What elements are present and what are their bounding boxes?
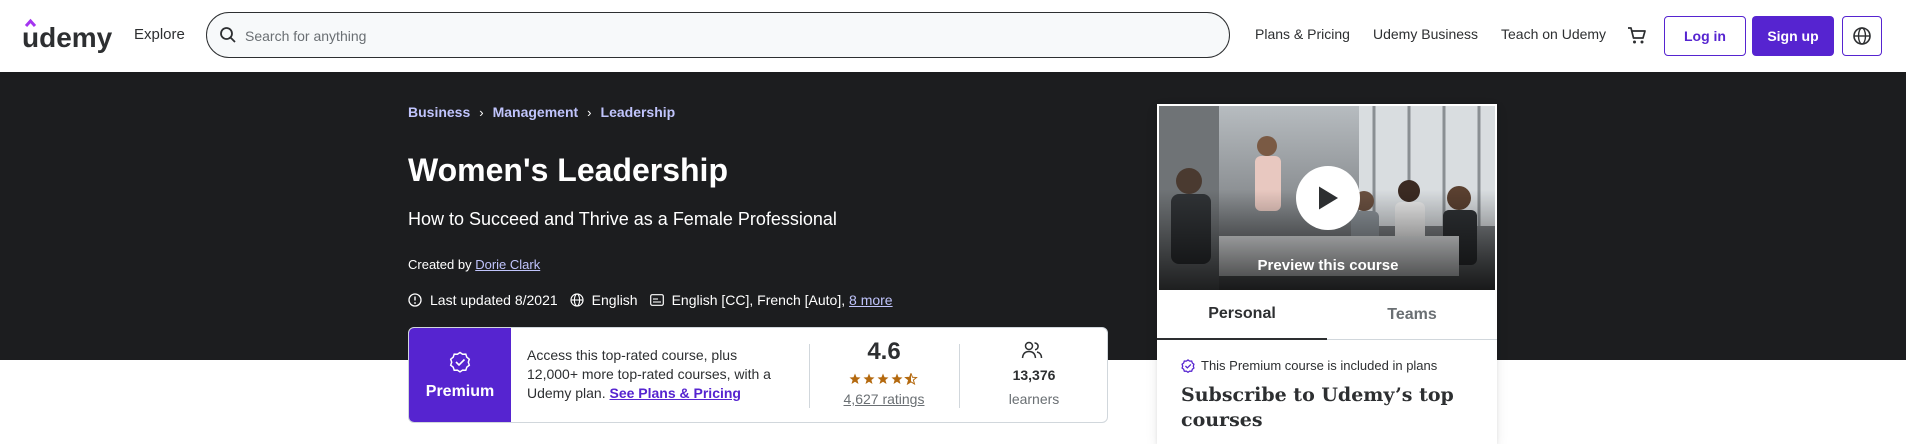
login-button[interactable]: Log in	[1664, 16, 1746, 56]
nav-udemy-business[interactable]: Udemy Business	[1373, 26, 1478, 42]
preview-label: Preview this course	[1257, 257, 1399, 274]
breadcrumb-leadership[interactable]: Leadership	[601, 104, 676, 120]
author-link[interactable]: Dorie Clark	[475, 257, 540, 272]
star-icon	[849, 373, 861, 384]
star-rating	[849, 373, 918, 385]
divider	[809, 344, 810, 408]
chevron-right-icon: ›	[479, 104, 484, 120]
cart-icon[interactable]	[1626, 24, 1648, 46]
breadcrumb: Business › Management › Leadership	[408, 104, 675, 120]
star-icon	[863, 373, 875, 384]
rating-value: 4.6	[867, 338, 901, 365]
signup-button[interactable]: Sign up	[1752, 16, 1834, 56]
tab-personal[interactable]: Personal	[1157, 290, 1327, 340]
learners-count: 13,376	[1012, 367, 1056, 383]
udemy-logo[interactable]: udemy	[22, 18, 118, 54]
course-hero	[0, 72, 1906, 360]
star-icon	[891, 373, 903, 384]
course-title: Women's Leadership	[408, 152, 728, 188]
purchase-sidebar: Preview this course Personal Teams This …	[1157, 104, 1497, 444]
premium-card: Premium Access this top-rated course, pl…	[408, 327, 1108, 423]
language-button[interactable]	[1842, 16, 1882, 56]
tab-teams[interactable]: Teams	[1327, 290, 1497, 340]
plans-pricing-link[interactable]: See Plans & Pricing	[609, 385, 741, 401]
nav-plans-pricing[interactable]: Plans & Pricing	[1255, 26, 1350, 42]
premium-check-icon	[449, 351, 471, 373]
globe-icon	[570, 293, 584, 307]
course-subtitle: How to Succeed and Thrive as a Female Pr…	[408, 209, 837, 229]
breadcrumb-management[interactable]: Management	[493, 104, 579, 120]
top-header: udemy Explore Plans & Pricing Udemy Busi…	[0, 0, 1906, 72]
search-bar[interactable]	[206, 12, 1230, 58]
explore-link[interactable]: Explore	[134, 26, 185, 43]
learners-label: learners	[1008, 391, 1060, 407]
breadcrumb-business[interactable]: Business	[408, 104, 470, 120]
course-meta: Last updated 8/2021 English English [CC]…	[408, 292, 893, 308]
divider	[959, 344, 960, 408]
ratings-count-link[interactable]: 4,627 ratings	[819, 391, 949, 407]
play-icon	[1319, 186, 1338, 210]
premium-description: Access this top-rated course, plus 12,00…	[527, 346, 787, 403]
plan-tabs: Personal Teams	[1157, 290, 1497, 340]
included-text: This Premium course is included in plans	[1201, 358, 1438, 373]
captions-list: English [CC], French [Auto],	[671, 292, 846, 308]
nav-teach-on-udemy[interactable]: Teach on Udemy	[1501, 26, 1606, 42]
captions-icon	[649, 294, 664, 306]
premium-badge: Premium	[409, 328, 511, 422]
premium-check-icon	[1181, 358, 1195, 373]
learners-icon	[1021, 341, 1043, 359]
course-preview[interactable]: Preview this course	[1158, 105, 1496, 291]
search-input[interactable]	[243, 23, 1207, 49]
created-by-label: Created by	[408, 257, 472, 272]
premium-included-note: This Premium course is included in plans	[1181, 358, 1437, 373]
alert-icon	[408, 293, 422, 307]
subscribe-heading: Subscribe to Udemy’s top courses	[1181, 384, 1454, 431]
premium-label: Premium	[425, 383, 495, 400]
svg-text:udemy: udemy	[22, 22, 113, 53]
chevron-right-icon: ›	[587, 104, 592, 120]
star-icon	[877, 373, 889, 384]
search-icon	[220, 27, 236, 43]
created-by: Created by Dorie Clark	[408, 257, 540, 272]
play-button[interactable]	[1296, 166, 1360, 230]
course-language: English	[591, 292, 638, 308]
more-captions-link[interactable]: 8 more	[849, 292, 893, 308]
globe-icon	[1853, 27, 1871, 45]
last-updated: Last updated 8/2021	[430, 292, 558, 308]
